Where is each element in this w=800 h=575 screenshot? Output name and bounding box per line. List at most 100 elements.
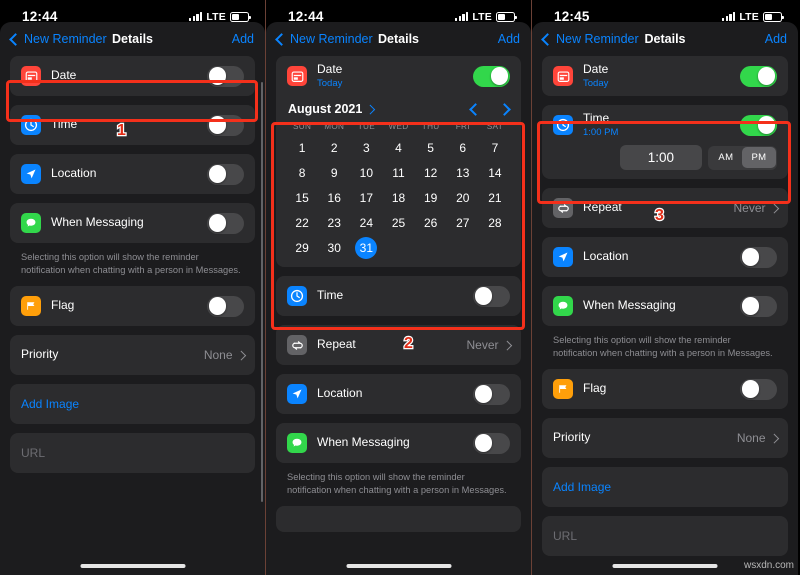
row-flag[interactable]: Flag	[10, 286, 255, 326]
back-button-label: New Reminder	[290, 32, 373, 46]
calendar-day-4[interactable]: 4	[382, 137, 414, 159]
scrollbar[interactable]	[260, 82, 263, 502]
previous-month-icon[interactable]	[469, 102, 482, 116]
time-value-field[interactable]: 1:00	[619, 145, 702, 170]
calendar-day-2[interactable]: 2	[318, 137, 350, 159]
calendar-day-10[interactable]: 10	[350, 162, 382, 184]
when-messaging-toggle[interactable]	[740, 295, 777, 317]
row-date[interactable]: Date	[10, 56, 255, 96]
calendar-day-3[interactable]: 3	[350, 137, 382, 159]
back-button[interactable]: New Reminder	[9, 32, 107, 46]
repeat-value: Never	[733, 201, 766, 215]
settings-list-1[interactable]: Date Time Location When Messaging Select…	[0, 56, 265, 575]
location-toggle[interactable]	[207, 163, 244, 185]
date-toggle[interactable]	[473, 65, 510, 87]
url-input[interactable]: URL	[21, 446, 45, 460]
calendar-day-31[interactable]: 31	[350, 237, 382, 259]
calendar-day-24[interactable]: 24	[350, 212, 382, 234]
row-when-messaging[interactable]: When Messaging	[10, 203, 255, 243]
calendar-day-16[interactable]: 16	[318, 187, 350, 209]
calendar-day-12[interactable]: 12	[415, 162, 447, 184]
settings-list-2[interactable]: Date Today August 2021 SUN MON TUE WED T…	[266, 56, 531, 575]
calendar-day-21[interactable]: 21	[479, 187, 511, 209]
calendar-day-26[interactable]: 26	[415, 212, 447, 234]
location-toggle[interactable]	[740, 246, 777, 268]
row-time[interactable]: Time	[10, 105, 255, 145]
clock-icon	[553, 115, 573, 135]
calendar-grid[interactable]: SUN MON TUE WED THU FRI SAT 1 2 3 4 5 6 7 8 9 10 11 12 13 14…	[286, 122, 511, 259]
row-priority[interactable]: Priority None	[10, 335, 255, 375]
pm-option[interactable]: PM	[742, 147, 776, 168]
calendar-month-label[interactable]: August 2021	[288, 102, 362, 116]
am-option[interactable]: AM	[709, 147, 742, 168]
calendar-day-14[interactable]: 14	[479, 162, 511, 184]
row-location[interactable]: Location	[276, 374, 521, 414]
chevron-left-icon	[275, 32, 288, 46]
date-toggle[interactable]	[740, 65, 777, 87]
row-add-image[interactable]: Add Image	[542, 467, 788, 507]
calendar-day-29[interactable]: 29	[286, 237, 318, 259]
when-messaging-toggle[interactable]	[207, 212, 244, 234]
calendar-day-30[interactable]: 30	[318, 237, 350, 259]
card-add-image: Add Image	[542, 467, 788, 508]
calendar-day-1[interactable]: 1	[286, 137, 318, 159]
calendar-day-18[interactable]: 18	[382, 187, 414, 209]
row-repeat[interactable]: Repeat Never	[276, 325, 521, 365]
row-url[interactable]: URL	[542, 516, 788, 556]
url-input[interactable]: URL	[553, 529, 577, 543]
card-time: Time	[276, 276, 521, 316]
settings-list-3[interactable]: Date Today Time 1:00 PM 1:00 AM PM Repea…	[532, 56, 798, 575]
row-add-image[interactable]: Add Image	[10, 384, 255, 424]
row-time[interactable]: Time 1:00 PM	[542, 105, 788, 145]
add-image-link[interactable]: Add Image	[21, 397, 79, 411]
next-month-icon[interactable]	[498, 102, 511, 116]
add-button[interactable]: Add	[232, 32, 254, 46]
calendar-day-23[interactable]: 23	[318, 212, 350, 234]
calendar-day-6[interactable]: 6	[447, 137, 479, 159]
calendar-day-15[interactable]: 15	[286, 187, 318, 209]
calendar-day-27[interactable]: 27	[447, 212, 479, 234]
row-when-messaging[interactable]: When Messaging	[542, 286, 788, 326]
when-messaging-toggle[interactable]	[473, 432, 510, 454]
row-date[interactable]: Date Today	[542, 56, 788, 96]
flag-toggle[interactable]	[207, 295, 244, 317]
row-flag[interactable]: Flag	[542, 369, 788, 409]
row-location[interactable]: Location	[10, 154, 255, 194]
location-toggle[interactable]	[473, 383, 510, 405]
row-time[interactable]: Time	[276, 276, 521, 316]
calendar-day-8[interactable]: 8	[286, 162, 318, 184]
row-repeat[interactable]: Repeat Never	[542, 188, 788, 228]
calendar-day-13[interactable]: 13	[447, 162, 479, 184]
add-image-link[interactable]: Add Image	[553, 480, 611, 494]
add-button[interactable]: Add	[498, 32, 520, 46]
calendar-day-28[interactable]: 28	[479, 212, 511, 234]
row-location[interactable]: Location	[542, 237, 788, 277]
calendar-day-11[interactable]: 11	[382, 162, 414, 184]
back-button[interactable]: New Reminder	[541, 32, 639, 46]
calendar-day-25[interactable]: 25	[382, 212, 414, 234]
calendar-day-22[interactable]: 22	[286, 212, 318, 234]
card-location: Location	[10, 154, 255, 194]
card-repeat: Repeat Never	[276, 325, 521, 365]
back-button[interactable]: New Reminder	[275, 32, 373, 46]
add-button[interactable]: Add	[765, 32, 787, 46]
date-toggle[interactable]	[207, 65, 244, 87]
calendar-day-17[interactable]: 17	[350, 187, 382, 209]
row-url[interactable]: URL	[10, 433, 255, 473]
row-priority[interactable]: Priority None	[542, 418, 788, 458]
calendar-day-9[interactable]: 9	[318, 162, 350, 184]
chevron-right-icon[interactable]	[365, 104, 376, 114]
time-toggle[interactable]	[740, 114, 777, 136]
calendar-day-5[interactable]: 5	[415, 137, 447, 159]
card-time: Time 1:00 PM 1:00 AM PM	[542, 105, 788, 179]
row-when-messaging[interactable]: When Messaging	[276, 423, 521, 463]
calendar-day-20[interactable]: 20	[447, 187, 479, 209]
date-picker-calendar[interactable]: August 2021 SUN MON TUE WED THU FRI SAT 1 2 3 4 5 6 7…	[276, 96, 521, 267]
calendar-day-7[interactable]: 7	[479, 137, 511, 159]
flag-toggle[interactable]	[740, 378, 777, 400]
calendar-day-19[interactable]: 19	[415, 187, 447, 209]
time-toggle[interactable]	[473, 285, 510, 307]
row-date[interactable]: Date Today	[276, 56, 521, 96]
row-date-right	[473, 65, 510, 87]
time-toggle[interactable]	[207, 114, 244, 136]
